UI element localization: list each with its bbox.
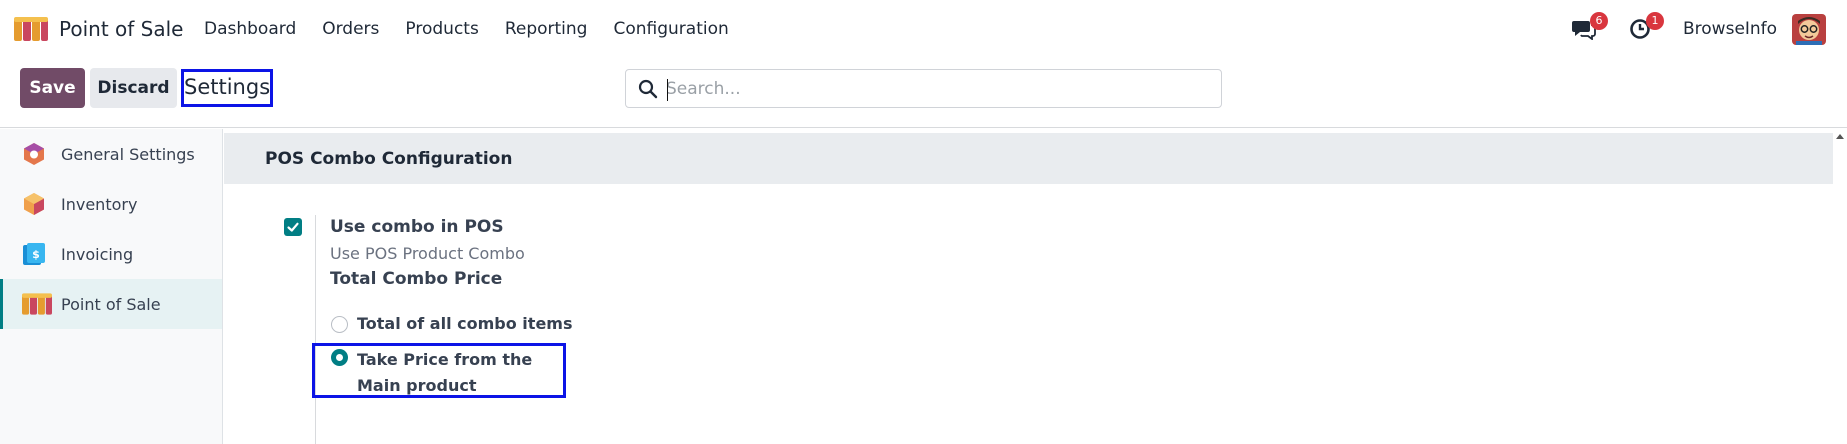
setting-title: Use combo in POS: [330, 217, 504, 237]
menu-products[interactable]: Products: [405, 19, 478, 39]
scroll-up-icon[interactable]: [1836, 134, 1844, 139]
menu-dashboard[interactable]: Dashboard: [204, 19, 296, 39]
sidebar-item-label: Invoicing: [61, 244, 134, 264]
invoicing-icon: $: [23, 243, 45, 265]
search-box[interactable]: [625, 69, 1222, 108]
activities-badge: 1: [1646, 12, 1664, 30]
sidebar-item-inventory[interactable]: Inventory: [0, 179, 222, 229]
top-navbar: Point of Sale Dashboard Orders Products …: [0, 0, 1847, 57]
discard-button[interactable]: Discard: [90, 68, 177, 108]
point-of-sale-icon: [22, 293, 52, 315]
menu-reporting[interactable]: Reporting: [505, 19, 588, 39]
highlight-box: [312, 343, 566, 398]
settings-sidebar: General Settings Inventory $ Invoicing P…: [0, 129, 223, 444]
settings-content: POS Combo Configuration Use combo in POS…: [224, 129, 1833, 444]
section-title: POS Combo Configuration: [265, 149, 513, 169]
setting-subtitle: Total Combo Price: [330, 269, 503, 289]
menu-configuration[interactable]: Configuration: [613, 19, 728, 39]
search-icon: [638, 79, 658, 99]
main-menu: Dashboard Orders Products Reporting Conf…: [204, 19, 755, 39]
svg-text:$: $: [32, 248, 40, 261]
control-panel: Save Discard Settings: [0, 57, 1847, 128]
sidebar-item-label: Point of Sale: [61, 294, 161, 314]
radio-total-of-all-combo-items[interactable]: [331, 316, 348, 333]
radio-label-total-of-all-combo-items[interactable]: Total of all combo items: [357, 314, 572, 333]
setting-description: Use POS Product Combo: [330, 244, 525, 263]
sidebar-item-label: Inventory: [61, 194, 138, 214]
sidebar-item-general-settings[interactable]: General Settings: [0, 129, 222, 179]
check-icon: [287, 222, 299, 232]
general-settings-icon: [24, 143, 44, 165]
search-input[interactable]: [666, 76, 1206, 102]
text-cursor: [667, 79, 668, 101]
section-header: POS Combo Configuration: [224, 133, 1833, 184]
sidebar-item-point-of-sale[interactable]: Point of Sale: [0, 279, 222, 329]
use-combo-checkbox[interactable]: [284, 218, 302, 236]
setting-divider: [315, 215, 316, 444]
sidebar-item-label: General Settings: [61, 144, 195, 164]
messages-badge: 6: [1590, 12, 1608, 30]
save-button[interactable]: Save: [20, 68, 85, 108]
inventory-icon: [24, 193, 44, 215]
menu-orders[interactable]: Orders: [322, 19, 379, 39]
point-of-sale-logo-icon[interactable]: [14, 17, 48, 41]
breadcrumb: Settings: [181, 69, 273, 107]
app-name[interactable]: Point of Sale: [59, 17, 183, 41]
user-avatar[interactable]: [1792, 14, 1826, 45]
content-scrollbar[interactable]: [1833, 129, 1847, 444]
company-switcher[interactable]: BrowseInfo: [1683, 19, 1777, 39]
sidebar-item-invoicing[interactable]: $ Invoicing: [0, 229, 222, 279]
